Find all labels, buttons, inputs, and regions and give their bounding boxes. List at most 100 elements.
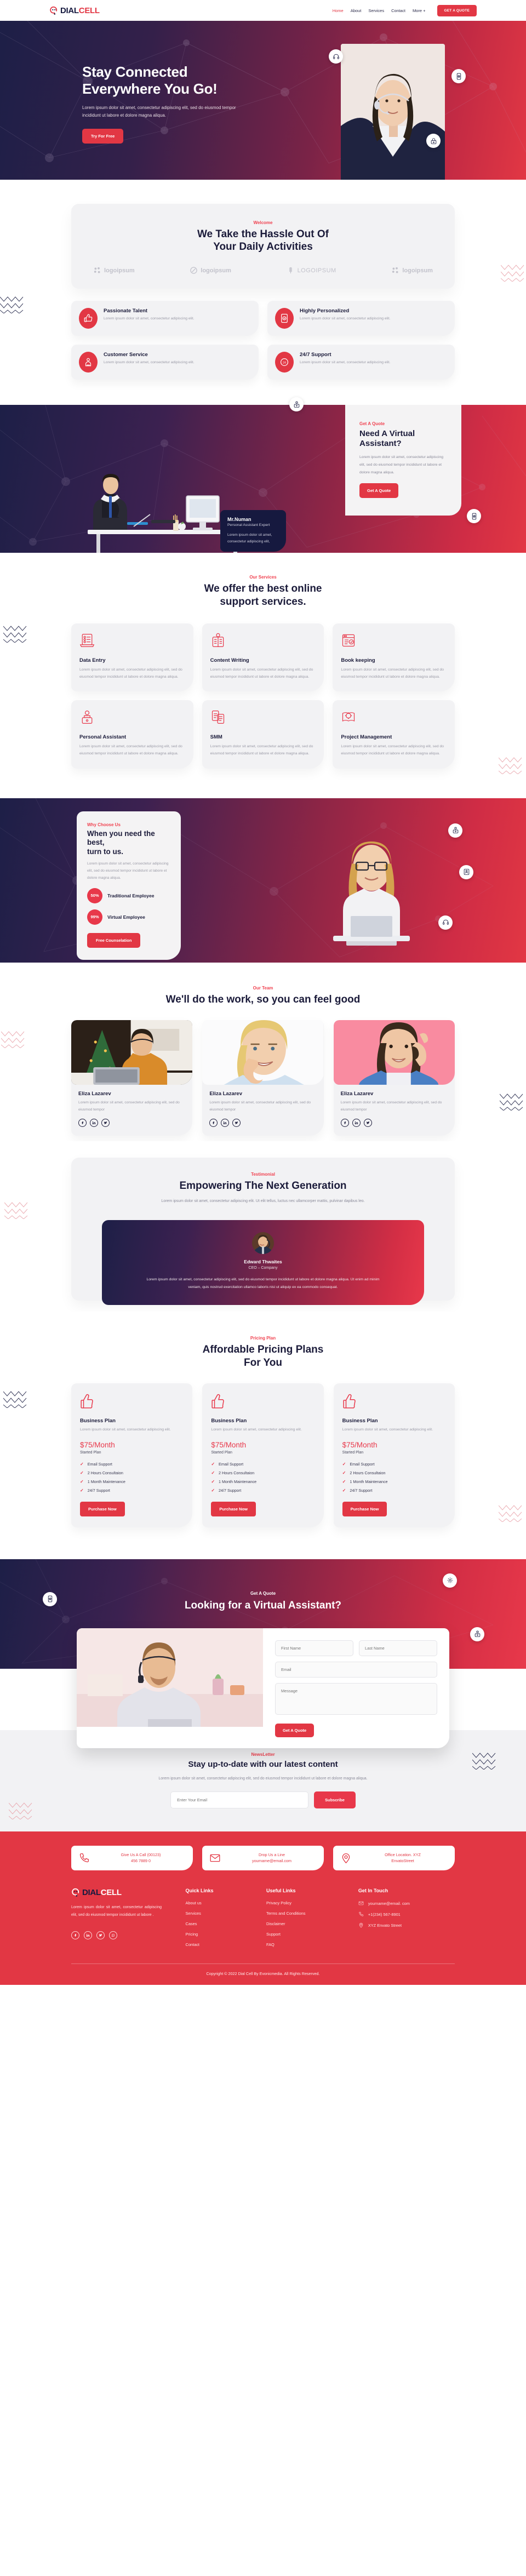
service-card[interactable]: Book keeping Lorem ipsum dolor sit amet,… — [333, 623, 455, 692]
team-photo — [333, 1020, 455, 1085]
service-card[interactable]: Project Management Lorem ipsum dolor sit… — [333, 700, 455, 769]
service-card[interactable]: Personal Assistant Lorem ipsum dolor sit… — [71, 700, 193, 769]
service-title: Book keeping — [341, 657, 375, 663]
submit-get-quote-button[interactable]: Get A Quote — [275, 1723, 315, 1737]
nav-item-about[interactable]: About — [351, 8, 362, 13]
team-socials[interactable] — [340, 1119, 448, 1127]
plan-feature: ✓ 1 Month Maintenance — [80, 1479, 125, 1484]
zigzag-decoration-icon — [4, 1202, 28, 1220]
main-navigation[interactable]: Home About Services Contact More + GET A… — [333, 4, 477, 16]
nav-item-services[interactable]: Services — [368, 8, 384, 13]
secure-user-icon — [294, 401, 299, 408]
header-get-quote-button[interactable]: GET A QUOTE — [437, 4, 477, 16]
hero-try-free-button[interactable]: Try For Free — [82, 129, 124, 144]
site-logo[interactable]: DIALCELL — [49, 6, 100, 15]
banner-get-quote-button[interactable]: Get A Quote — [359, 483, 399, 499]
nav-item-contact[interactable]: Contact — [391, 8, 405, 13]
footer-link-services[interactable]: Services — [185, 1911, 260, 1916]
facebook-icon[interactable] — [340, 1119, 349, 1127]
subscribe-button[interactable]: Subscribe — [314, 1791, 356, 1808]
footer-main: DIALCELL Lorem ipsum dolor sit amet, con… — [71, 1888, 455, 1953]
testimonial-subtitle: Lorem ipsum dolor sit amet, consectetur … — [161, 1199, 365, 1203]
touch-row-address[interactable]: XYZ Envato Street — [358, 1922, 455, 1928]
team-card[interactable]: Eliza Lazarev Lorem ipsum dolor sit amet… — [202, 1020, 324, 1136]
first-name-input[interactable] — [275, 1640, 353, 1656]
touch-row-email[interactable]: yourname@email. com — [358, 1900, 455, 1906]
purchase-now-button[interactable]: Purchase Now — [211, 1501, 256, 1516]
site-footer: Give Us A Call (00123) 456 7889 0 Drop Us… — [0, 1831, 526, 1985]
team-photo — [202, 1020, 324, 1085]
footer-link-pricing[interactable]: Pricing — [185, 1932, 260, 1937]
headset-icon — [333, 54, 339, 59]
linkedin-icon[interactable] — [352, 1119, 361, 1127]
nav-item-more[interactable]: More + — [413, 8, 426, 13]
thumbs-up-icon — [79, 308, 98, 329]
footer-link-faq[interactable]: FAQ — [266, 1942, 352, 1947]
pricing-card[interactable]: Business Plan Lorem ipsum dolor sit amet… — [333, 1383, 455, 1527]
linkedin-icon[interactable] — [84, 1931, 92, 1940]
zigzag-decoration-icon — [9, 1802, 32, 1819]
feature-card[interactable]: 24 24/7 Support Lorem ipsum dolor sit am… — [267, 345, 455, 380]
footer-link-about-us[interactable]: About us — [185, 1900, 260, 1905]
touch-row-phone[interactable]: +1(234) 567-8901 — [358, 1911, 455, 1917]
contact-card-email[interactable]: Drop Us a Line yourname@email.com — [202, 1845, 324, 1871]
feature-card[interactable]: Customer Service Lorem ipsum dolor sit a… — [71, 345, 259, 380]
check-icon: ✓ — [342, 1461, 346, 1467]
purchase-now-button[interactable]: Purchase Now — [342, 1501, 387, 1516]
plan-features: ✓ Email Support ✓ 2 Hours Consultaion ✓ 1 M… — [211, 1462, 315, 1493]
twitter-icon[interactable] — [232, 1119, 241, 1127]
team-card[interactable]: Eliza Lazarev Lorem ipsum dolor sit amet… — [71, 1020, 193, 1136]
footer-link-support[interactable]: Support — [266, 1932, 352, 1937]
bookkeeping-icon — [341, 633, 447, 651]
client-logo-4: logoipsum — [391, 266, 433, 274]
whatsapp-icon[interactable] — [109, 1931, 117, 1940]
footer-link-terms[interactable]: Terms and Conditions — [266, 1911, 352, 1916]
pricing-card[interactable]: Business Plan Lorem ipsum dolor sit amet… — [202, 1383, 324, 1527]
expert-profile-card: Mr.Numan Personal Assistant Expert Lorem… — [220, 510, 286, 552]
feature-card[interactable]: Highly Personalized Lorem ipsum dolor si… — [267, 301, 455, 336]
team-socials[interactable] — [78, 1119, 185, 1127]
feature-title: Customer Service — [104, 352, 148, 358]
footer-socials[interactable] — [71, 1931, 179, 1940]
purchase-now-button[interactable]: Purchase Now — [80, 1501, 125, 1516]
hero-agent-photo — [341, 44, 445, 180]
service-card[interactable]: Content Writing Lorem ipsum dolor sit am… — [202, 623, 324, 692]
facebook-icon[interactable] — [78, 1119, 87, 1127]
plan-feature: ✓ 24/7 Support — [211, 1487, 242, 1493]
nav-item-home[interactable]: Home — [333, 8, 344, 13]
service-card[interactable]: Data Entry Lorem ipsum dolor sit amet, c… — [71, 623, 193, 692]
team-card[interactable]: Eliza Lazarev Lorem ipsum dolor sit amet… — [333, 1020, 455, 1136]
feature-card[interactable]: Passionate Talent Lorem ipsum dolor sit … — [71, 301, 259, 336]
contact-card-location[interactable]: Office Location. XYZ EnvatoStreet — [333, 1845, 455, 1871]
check-icon: ✓ — [80, 1470, 84, 1475]
contact-card-phone[interactable]: Give Us A Call (00123) 456 7889 0 — [71, 1845, 193, 1871]
newsletter-subtitle: Lorem ipsum dolor sit amet, consectetur … — [158, 1776, 368, 1781]
hero-paragraph: Lorem ipsum dolor sit amet, consectetur … — [82, 105, 236, 118]
pricing-card[interactable]: Business Plan Lorem ipsum dolor sit amet… — [71, 1383, 193, 1527]
service-card[interactable]: SMM Lorem ipsum dolor sit amet, consecte… — [202, 700, 324, 769]
service-text: Lorem ipsum dolor sit amet, consectetur … — [341, 745, 444, 756]
twitter-icon[interactable] — [101, 1119, 110, 1127]
zigzag-decoration-icon — [499, 1504, 522, 1522]
footer-logo[interactable]: DIALCELL — [71, 1888, 179, 1897]
footer-link-privacy-policy[interactable]: Privacy Policy — [266, 1900, 352, 1905]
linkedin-icon[interactable] — [90, 1119, 98, 1127]
twitter-icon[interactable] — [96, 1931, 105, 1940]
message-textarea[interactable] — [275, 1682, 437, 1715]
newsletter-email-input[interactable] — [170, 1791, 309, 1808]
last-name-input[interactable] — [359, 1640, 437, 1656]
footer-link-contact[interactable]: Contact — [185, 1942, 260, 1947]
service-text: Lorem ipsum dolor sit amet, consectetur … — [210, 745, 313, 756]
free-counselation-button[interactable]: Free Counselation — [87, 932, 141, 948]
facebook-icon[interactable] — [71, 1931, 79, 1940]
twitter-icon[interactable] — [363, 1119, 372, 1127]
stat-row-virtual: 99% Virtual Employee — [87, 909, 170, 925]
linkedin-icon[interactable] — [221, 1119, 230, 1127]
footer-link-cases[interactable]: Cases — [185, 1921, 260, 1926]
get-quote-title: Looking for a Virtual Assistant? — [184, 1599, 342, 1611]
team-socials[interactable] — [209, 1119, 316, 1127]
email-input[interactable] — [275, 1661, 437, 1678]
facebook-icon[interactable] — [209, 1119, 218, 1127]
footer-link-disclaimer[interactable]: Disclaimer — [266, 1921, 352, 1926]
service-title: Content Writing — [210, 657, 249, 663]
